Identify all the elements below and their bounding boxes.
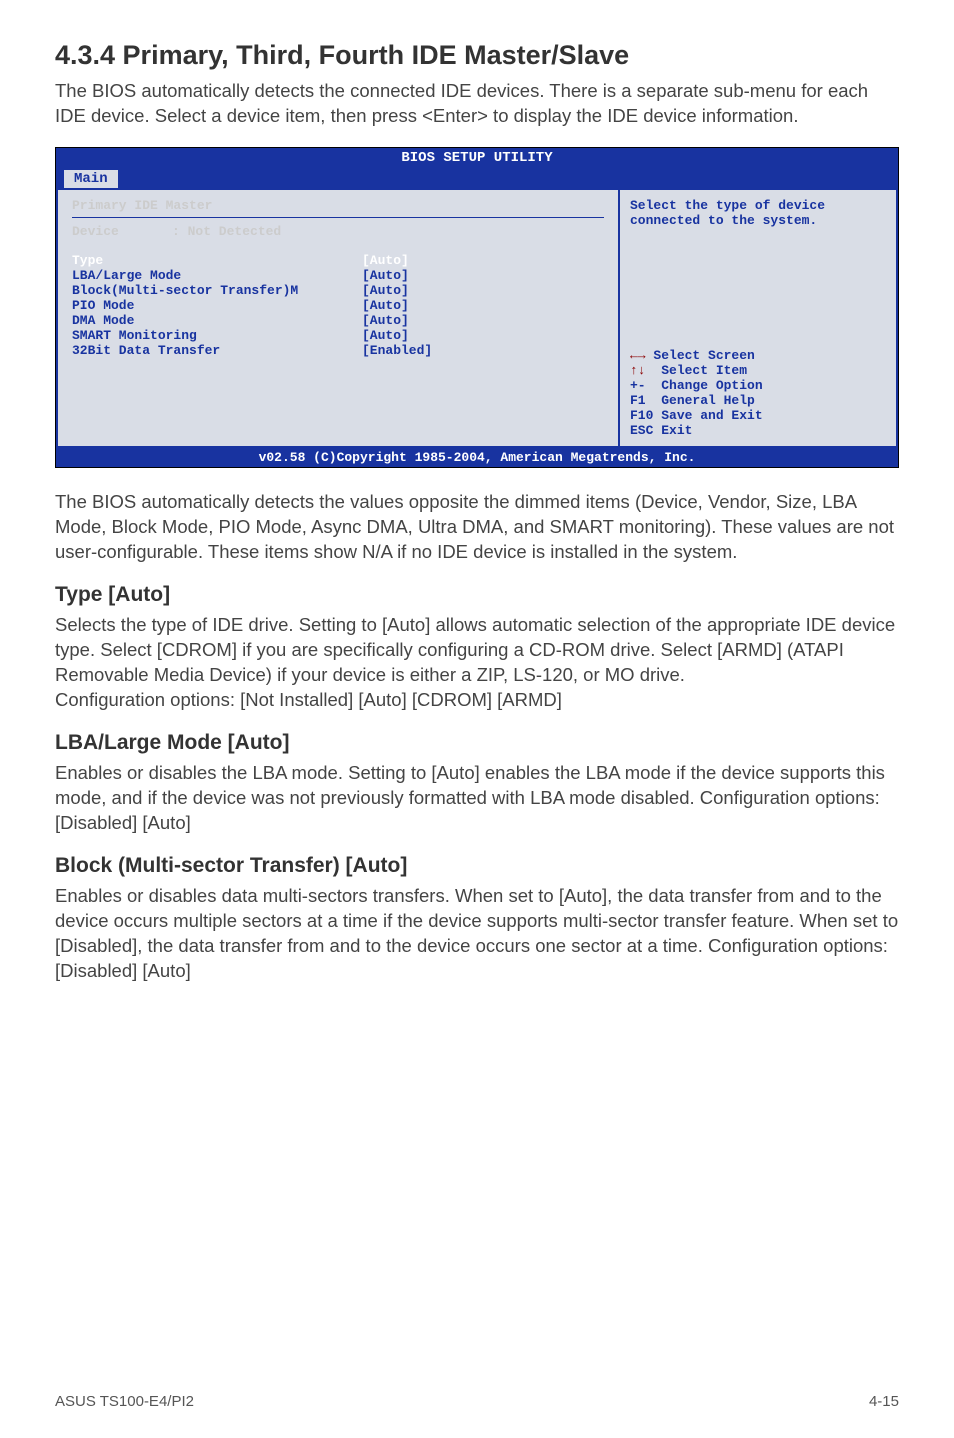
bios-setting-key: 32Bit Data Transfer [72, 343, 362, 358]
bios-setting-row: PIO Mode [Auto] [72, 298, 604, 313]
nav-exit: Exit [661, 423, 692, 438]
nav-select-screen: Select Screen [653, 348, 754, 363]
bios-setting-key: SMART Monitoring [72, 328, 362, 343]
page-footer: ASUS TS100-E4/PI2 4-15 [55, 1393, 899, 1410]
bios-device-value: : Not Detected [172, 224, 281, 239]
nav-select-item: Select Item [661, 363, 747, 378]
section-heading: 4.3.4 Primary, Third, Fourth IDE Master/… [55, 40, 899, 71]
bios-setting-value: [Auto] [362, 313, 409, 328]
arrow-lr-icon: ←→ [630, 348, 646, 363]
bios-setting-row: DMA Mode [Auto] [72, 313, 604, 328]
bios-setting-value: [Auto] [362, 283, 409, 298]
bios-footer: v02.58 (C)Copyright 1985-2004, American … [56, 448, 898, 467]
footer-page-number: 4-15 [869, 1393, 899, 1410]
bios-tab-row: Main [56, 168, 898, 188]
nav-f10: F10 [630, 408, 653, 423]
nav-plus-minus: +- [630, 378, 646, 393]
bios-setting-key: Type [72, 253, 362, 268]
paragraph-auto-detect: The BIOS automatically detects the value… [55, 490, 899, 565]
bios-setting-row: SMART Monitoring [Auto] [72, 328, 604, 343]
bios-tab-main: Main [64, 170, 118, 188]
bios-nav-help: ←→ Select Screen ↑↓ Select Item +- Chang… [630, 348, 886, 438]
nav-change-option: Change Option [661, 378, 762, 393]
subsection-body: Enables or disables the LBA mode. Settin… [55, 761, 899, 836]
bios-setting-value: [Auto] [362, 253, 409, 268]
subsection-heading: Type [Auto] [55, 583, 899, 607]
bios-setting-value: [Auto] [362, 298, 409, 313]
bios-setting-row: Type [Auto] [72, 253, 604, 268]
bios-screenshot: BIOS SETUP UTILITY Main Primary IDE Mast… [55, 147, 899, 468]
bios-setting-row: LBA/Large Mode [Auto] [72, 268, 604, 283]
subsection-body: Enables or disables data multi-sectors t… [55, 884, 899, 984]
bios-help-text: Select the type of device connected to t… [630, 198, 886, 228]
subsection-heading: Block (Multi-sector Transfer) [Auto] [55, 854, 899, 878]
bios-title: BIOS SETUP UTILITY [56, 148, 898, 168]
intro-paragraph: The BIOS automatically detects the conne… [55, 79, 899, 129]
bios-setting-row: Block(Multi-sector Transfer)M [Auto] [72, 283, 604, 298]
bios-left-panel: Primary IDE Master Device : Not Detected… [56, 188, 618, 448]
subsection-body: Selects the type of IDE drive. Setting t… [55, 613, 899, 713]
bios-right-panel: Select the type of device connected to t… [618, 188, 898, 448]
bios-setting-key: LBA/Large Mode [72, 268, 362, 283]
arrow-ud-icon: ↑↓ [630, 363, 646, 378]
nav-esc: ESC [630, 423, 653, 438]
bios-setting-value: [Auto] [362, 328, 409, 343]
subsection-heading: LBA/Large Mode [Auto] [55, 731, 899, 755]
bios-setting-value: [Auto] [362, 268, 409, 283]
bios-setting-key: Block(Multi-sector Transfer)M [72, 283, 362, 298]
bios-device-row: Device : Not Detected [72, 224, 604, 243]
nav-save-exit: Save and Exit [661, 408, 762, 423]
nav-general-help: General Help [661, 393, 755, 408]
footer-product: ASUS TS100-E4/PI2 [55, 1393, 194, 1410]
bios-setting-key: PIO Mode [72, 298, 362, 313]
bios-setting-value: [Enabled] [362, 343, 432, 358]
bios-setting-key: DMA Mode [72, 313, 362, 328]
bios-panel-title: Primary IDE Master [72, 198, 604, 213]
nav-f1: F1 [630, 393, 646, 408]
bios-setting-row: 32Bit Data Transfer [Enabled] [72, 343, 604, 358]
